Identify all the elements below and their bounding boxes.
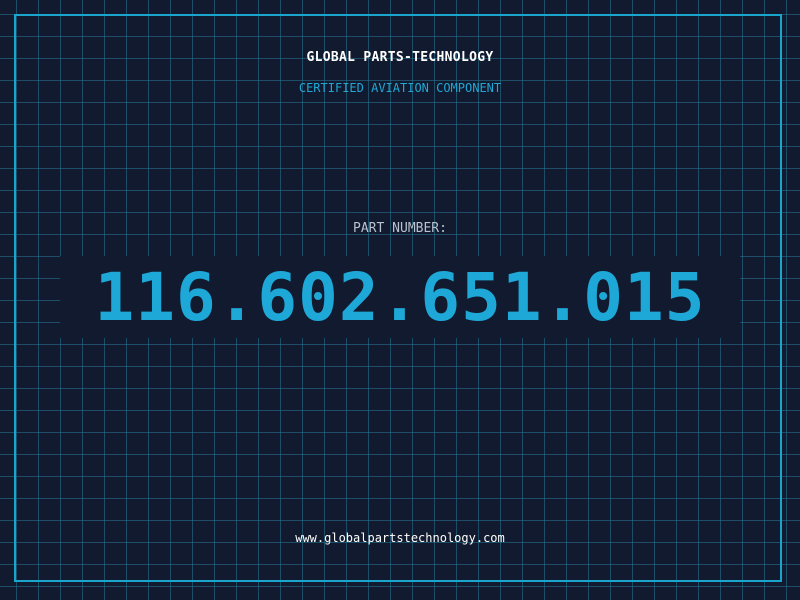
part-number-value: 116.602.651.015	[60, 256, 740, 338]
website-link[interactable]: www.globalpartstechnology.com	[0, 531, 800, 545]
certification-subtitle: CERTIFIED AVIATION COMPONENT	[298, 81, 502, 95]
company-name: GLOBAL PARTS-TECHNOLOGY	[306, 50, 494, 65]
part-number-label: PART NUMBER:	[353, 221, 447, 236]
certificate-page: GLOBAL PARTS-TECHNOLOGY CERTIFIED AVIATI…	[0, 0, 800, 600]
